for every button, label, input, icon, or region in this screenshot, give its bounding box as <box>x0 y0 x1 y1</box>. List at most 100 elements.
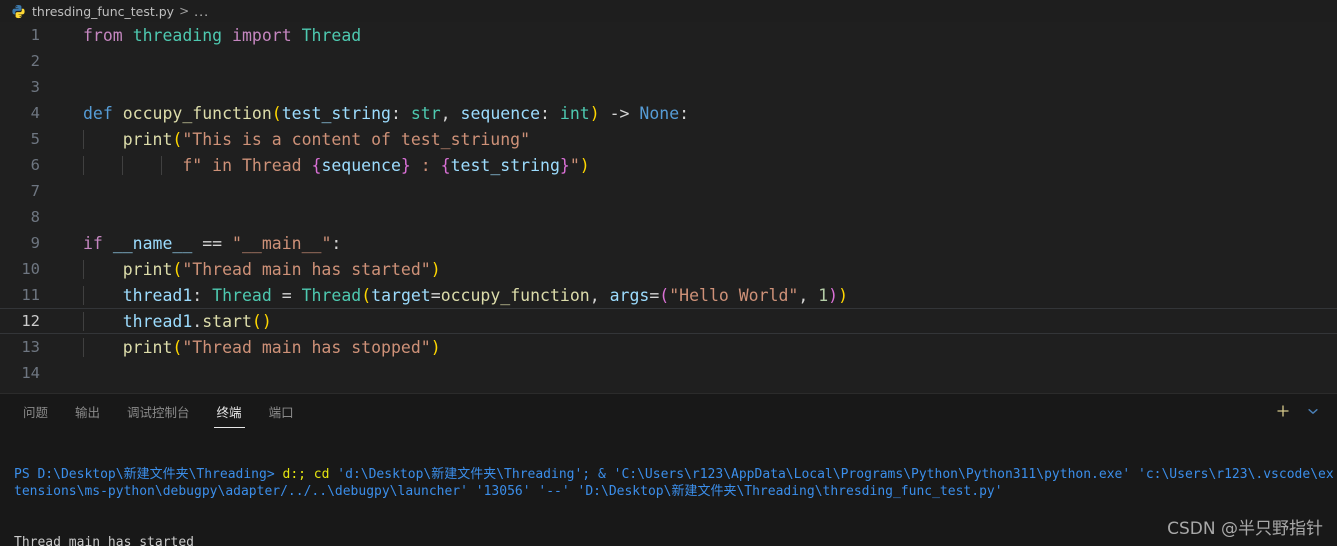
line-number: 3 <box>30 78 40 96</box>
token-colon: : <box>540 103 550 123</box>
code-line-2[interactable]: 2 <box>0 48 1337 74</box>
panel-tab-bar[interactable]: 问题 输出 调试控制台 终端 端口 <box>0 394 1337 428</box>
code-line-content[interactable]: if __name__ == "__main__": <box>62 234 1337 253</box>
token-paren-close: ) <box>828 285 839 305</box>
new-terminal-icon[interactable] <box>1271 399 1295 423</box>
token-brace-open: { <box>311 155 322 175</box>
token-colon: : <box>192 285 203 305</box>
token-comma: , <box>589 285 600 305</box>
code-line-content[interactable]: print("Thread main has started") <box>62 259 1337 279</box>
line-number: 2 <box>30 52 40 70</box>
token-equality: == <box>202 233 223 253</box>
indent-guide <box>83 311 84 331</box>
line-number: 5 <box>30 130 40 148</box>
code-line-4[interactable]: 4 def occupy_function(test_string: str, … <box>0 100 1337 126</box>
indent-guide <box>83 129 84 149</box>
code-line-content[interactable]: print("This is a content of test_striung… <box>62 129 1337 149</box>
token-type-thread: Thread <box>212 285 272 305</box>
terminal-output[interactable]: PS D:\Desktop\新建文件夹\Threading> d:; cd 'd… <box>0 428 1337 546</box>
token-var-test-string: test_string <box>450 155 560 175</box>
code-line-11[interactable]: 11 thread1: Thread = Thread(target=occup… <box>0 282 1337 308</box>
token-string-started: "Thread main has started" <box>182 259 431 279</box>
chevron-down-glyph <box>1308 408 1318 414</box>
token-print: print <box>122 337 173 357</box>
code-line-12-active[interactable]: 12 thread1.start() <box>0 308 1337 334</box>
panel-tab-ports[interactable]: 端口 <box>260 394 303 428</box>
terminal-output-line: Thread main has started <box>14 535 195 546</box>
token-arrow: -> <box>609 103 630 123</box>
code-line-content[interactable]: from threading import Thread <box>62 26 1337 45</box>
code-line-content[interactable]: def occupy_function(test_string: str, se… <box>62 104 1337 123</box>
token-paren-close: ) <box>579 155 590 175</box>
token-colon: : <box>679 103 690 123</box>
line-number: 13 <box>21 338 40 356</box>
indent-guide <box>122 155 123 175</box>
code-line-1[interactable]: 1 from threading import Thread <box>0 22 1337 48</box>
code-line-content[interactable]: thread1.start() <box>62 311 1337 331</box>
token-paren-close: ) <box>261 311 272 331</box>
token-method-start: start <box>202 311 252 331</box>
breadcrumb[interactable]: thresding_func_test.py > ... <box>0 0 1337 22</box>
chevron-down-icon[interactable] <box>1301 399 1325 423</box>
token-string-hello: "Hello World" <box>669 285 799 305</box>
code-line-14[interactable]: 14 <box>0 360 1337 386</box>
code-line-content[interactable]: print("Thread main has stopped") <box>62 337 1337 357</box>
token-paren-close: ) <box>589 103 600 123</box>
panel-tab-debug-console[interactable]: 调试控制台 <box>118 394 199 428</box>
terminal-command-cd: d:; cd <box>274 467 338 482</box>
token-paren-open: ( <box>172 337 183 357</box>
panel-actions[interactable] <box>1271 394 1337 428</box>
token-kwarg-target: target <box>371 285 431 305</box>
token-paren-open: ( <box>172 129 183 149</box>
token-fstring-quote: " <box>569 155 580 175</box>
token-assign: = <box>281 285 292 305</box>
code-line-8[interactable]: 8 <box>0 204 1337 230</box>
bottom-panel[interactable]: 问题 输出 调试控制台 终端 端口 PS D:\Desktop\新建文件夹\Th… <box>0 393 1337 546</box>
code-line-3[interactable]: 3 <box>0 74 1337 100</box>
panel-tab-problems[interactable]: 问题 <box>14 394 57 428</box>
token-fstring-prefix: f" <box>182 155 203 175</box>
token-def: def <box>83 103 113 123</box>
code-editor[interactable]: 1 from threading import Thread 2 3 4 def… <box>0 22 1337 393</box>
code-line-6[interactable]: 6 f" in Thread {sequence} : {test_string… <box>0 152 1337 178</box>
code-line-13[interactable]: 13 print("Thread main has stopped") <box>0 334 1337 360</box>
line-number: 4 <box>30 104 40 122</box>
breadcrumb-more[interactable]: ... <box>194 4 209 19</box>
token-call-thread: Thread <box>301 285 362 305</box>
code-line-7[interactable]: 7 <box>0 178 1337 204</box>
token-comma: , <box>798 285 809 305</box>
line-number: 8 <box>30 208 40 226</box>
token-assign: = <box>649 285 660 305</box>
panel-tab-terminal[interactable]: 终端 <box>208 394 251 428</box>
code-line-10[interactable]: 10 print("Thread main has started") <box>0 256 1337 282</box>
token-print: print <box>122 129 173 149</box>
token-arg-occupy-function: occupy_function <box>440 285 590 305</box>
plus-glyph <box>1277 405 1289 417</box>
code-line-content[interactable]: f" in Thread {sequence} : {test_string}"… <box>62 155 1337 175</box>
token-param-sequence: sequence <box>460 103 541 123</box>
token-if: if <box>83 233 103 253</box>
code-line-9[interactable]: 9 if __name__ == "__main__": <box>0 230 1337 256</box>
token-colon: : <box>390 103 401 123</box>
code-line-5[interactable]: 5 print("This is a content of test_striu… <box>0 126 1337 152</box>
indent-guide <box>83 285 84 305</box>
panel-tab-output[interactable]: 输出 <box>66 394 109 428</box>
token-comma: , <box>440 103 451 123</box>
code-line-content[interactable]: thread1: Thread = Thread(target=occupy_f… <box>62 285 1337 305</box>
breadcrumb-file[interactable]: thresding_func_test.py <box>32 4 174 19</box>
token-brace-open: { <box>440 155 451 175</box>
